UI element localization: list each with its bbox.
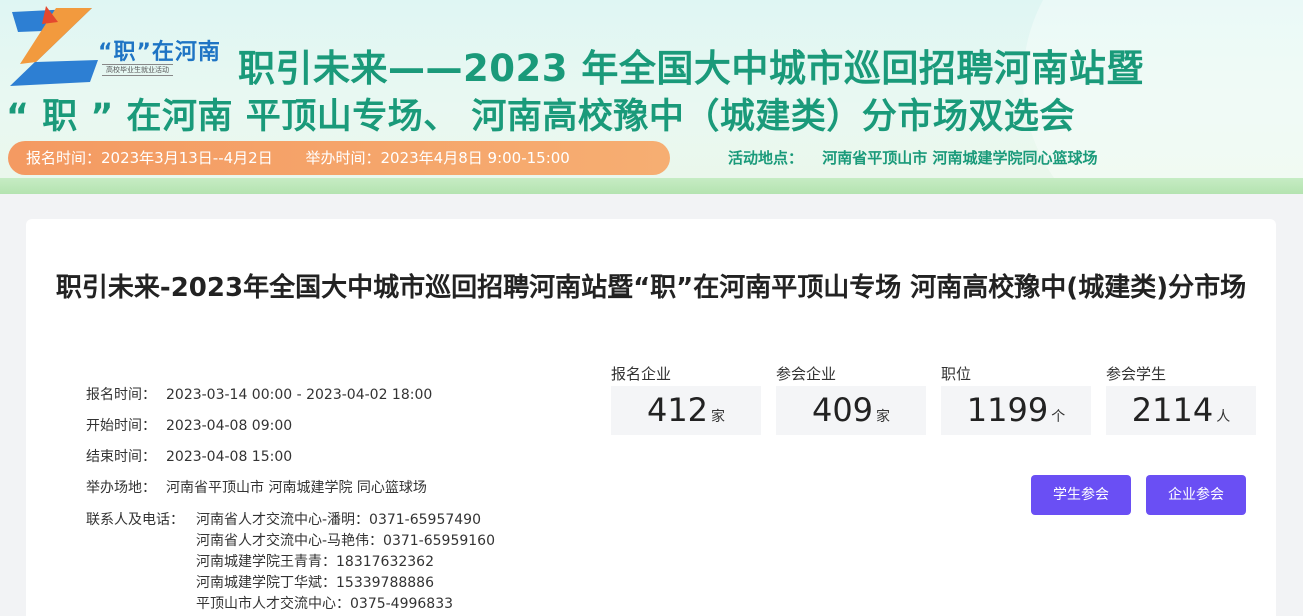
event-title: 职引未来-2023年全国大中城市巡回招聘河南站暨“职”在河南平顶山专场 河南高校… bbox=[55, 273, 1247, 303]
stat-label: 报名企业 bbox=[611, 365, 672, 383]
banner-venue-value: 河南省平顶山市 河南城建学院同心篮球场 bbox=[822, 149, 1098, 167]
stat-value: 412 bbox=[646, 391, 709, 429]
info-label: 举办场地： bbox=[86, 480, 156, 496]
stat-unit: 个 bbox=[1051, 409, 1066, 425]
event-banner: “职”在河南 高校毕业生就业活动 职引未来——2023 年全国大中城市巡回招聘河… bbox=[0, 0, 1303, 194]
stat-box: 1199 个 bbox=[941, 386, 1091, 435]
stat-value: 409 bbox=[811, 391, 874, 429]
info-row-start: 开始时间： 2023-04-08 09:00 bbox=[86, 416, 646, 447]
banner-hold-time: 举办时间：2023年4月8日 9:00-15:00 bbox=[305, 149, 570, 167]
event-detail-card: 职引未来-2023年全国大中城市巡回招聘河南站暨“职”在河南平顶山专场 河南高校… bbox=[26, 219, 1276, 616]
stat-registered-companies: 报名企业 412 家 bbox=[611, 363, 761, 435]
stat-unit: 人 bbox=[1216, 409, 1231, 425]
stat-value: 2114 bbox=[1131, 391, 1214, 429]
event-info: 报名时间： 2023-03-14 00:00 - 2023-04-02 18:0… bbox=[86, 385, 646, 615]
contact-item: 河南省人才交流中心-马艳伟：0371-65959160 bbox=[196, 533, 495, 549]
contact-label: 联系人及电话： bbox=[86, 512, 184, 528]
stat-attending-companies: 参会企业 409 家 bbox=[776, 363, 926, 435]
stat-label: 职位 bbox=[941, 365, 972, 383]
stat-box: 409 家 bbox=[776, 386, 926, 435]
logo-z-icon bbox=[10, 6, 98, 86]
banner-venue: 活动地点： 河南省平顶山市 河南城建学院同心篮球场 bbox=[728, 147, 1097, 168]
info-row-venue: 举办场地： 河南省平顶山市 河南城建学院 同心篮球场 bbox=[86, 478, 646, 509]
info-label: 报名时间： bbox=[86, 387, 156, 403]
contact-list: 河南省人才交流中心-潘明：0371-65957490 河南省人才交流中心-马艳伟… bbox=[196, 510, 495, 615]
logo-subtitle: 高校毕业生就业活动 bbox=[102, 64, 173, 76]
info-label: 结束时间： bbox=[86, 449, 156, 465]
info-label: 开始时间： bbox=[86, 418, 156, 434]
banner-bottom-strip bbox=[0, 178, 1303, 194]
stat-unit: 家 bbox=[711, 409, 726, 425]
banner-headline-line2: “ 职 ” 在河南 平顶山专场、 河南高校豫中（城建类）分市场双选会 bbox=[6, 97, 1075, 137]
info-row-register: 报名时间： 2023-03-14 00:00 - 2023-04-02 18:0… bbox=[86, 385, 646, 416]
banner-venue-label: 活动地点： bbox=[728, 149, 804, 167]
stat-box: 2114 人 bbox=[1106, 386, 1256, 435]
info-value: 河南省平顶山市 河南城建学院 同心篮球场 bbox=[166, 480, 427, 496]
banner-time-pill: 报名时间：2023年3月13日--4月2日 举办时间：2023年4月8日 9:0… bbox=[8, 141, 670, 175]
company-join-button[interactable]: 企业参会 bbox=[1146, 475, 1246, 515]
info-value: 2023-04-08 09:00 bbox=[166, 418, 293, 434]
banner-register-time: 报名时间：2023年3月13日--4月2日 bbox=[26, 149, 273, 167]
info-row-end: 结束时间： 2023-04-08 15:00 bbox=[86, 447, 646, 478]
banner-headline-line1: 职引未来——2023 年全国大中城市巡回招聘河南站暨 bbox=[238, 47, 1144, 90]
logo: “职”在河南 高校毕业生就业活动 bbox=[6, 4, 236, 88]
stat-positions: 职位 1199 个 bbox=[941, 363, 1091, 435]
stat-students: 参会学生 2114 人 bbox=[1106, 363, 1256, 435]
student-join-button[interactable]: 学生参会 bbox=[1031, 475, 1131, 515]
contact-item: 平顶山市人才交流中心：0375-4996833 bbox=[196, 596, 454, 612]
logo-title: “职”在河南 bbox=[98, 40, 221, 65]
stat-label: 参会企业 bbox=[776, 365, 837, 383]
stat-label: 参会学生 bbox=[1106, 365, 1167, 383]
stat-unit: 家 bbox=[876, 409, 891, 425]
stat-box: 412 家 bbox=[611, 386, 761, 435]
info-value: 2023-04-08 15:00 bbox=[166, 449, 293, 465]
info-value: 2023-03-14 00:00 - 2023-04-02 18:00 bbox=[166, 387, 433, 403]
contact-item: 河南省人才交流中心-潘明：0371-65957490 bbox=[196, 512, 481, 528]
stat-value: 1199 bbox=[966, 391, 1049, 429]
contact-item: 河南城建学院丁华斌：15339788886 bbox=[196, 575, 434, 591]
contact-item: 河南城建学院王青青：18317632362 bbox=[196, 554, 434, 570]
event-stats: 报名企业 412 家 参会企业 409 家 职位 1199 个 参会学生 2114 人 bbox=[611, 363, 1271, 435]
info-row-contacts: 联系人及电话： 河南省人才交流中心-潘明：0371-65957490 河南省人才… bbox=[86, 510, 646, 615]
